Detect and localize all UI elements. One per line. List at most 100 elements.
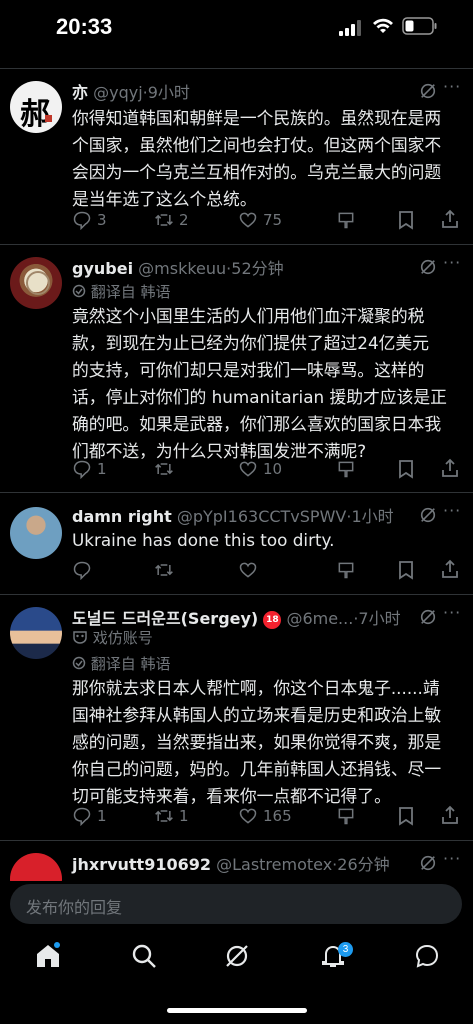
notification-badge: 3 bbox=[338, 942, 353, 957]
more-options-icon[interactable]: ··· bbox=[443, 849, 461, 868]
grok-icon[interactable] bbox=[223, 942, 251, 970]
user-handle[interactable]: @yqyj bbox=[93, 83, 143, 102]
mask-icon bbox=[73, 631, 87, 644]
user-handle[interactable]: @pYpI163CCTvSPWV bbox=[177, 507, 347, 526]
reply-button[interactable]: 3 bbox=[72, 208, 107, 232]
display-name[interactable]: gyubei bbox=[72, 259, 133, 278]
heart-icon bbox=[239, 212, 257, 228]
retweet-icon bbox=[155, 564, 173, 576]
views-button[interactable] bbox=[336, 208, 356, 232]
views-icon bbox=[338, 562, 354, 579]
wifi-icon bbox=[373, 18, 393, 33]
avatar[interactable]: 郝 bbox=[10, 81, 62, 133]
bookmark-icon[interactable] bbox=[397, 806, 415, 826]
tweet[interactable]: 도널드 드러운프(Sergey) 18 @6me...·7小时 戏仿账号 ···… bbox=[0, 594, 473, 841]
bookmark-icon[interactable] bbox=[397, 459, 415, 479]
tweet[interactable]: 郝 亦 @yqyj·9小时 ··· 你得知道韩国和朝鲜是一个民族的。虽然现在是两… bbox=[0, 68, 473, 245]
reply-icon bbox=[73, 460, 91, 479]
like-button[interactable] bbox=[238, 558, 258, 582]
bookmark-icon[interactable] bbox=[397, 210, 415, 230]
display-name[interactable]: jhxrvutt910692 bbox=[72, 855, 211, 874]
tweet-time[interactable]: 9小时 bbox=[148, 83, 190, 102]
retweet-icon bbox=[155, 810, 173, 822]
display-name[interactable]: 도널드 드러운프(Sergey) bbox=[72, 609, 258, 628]
retweet-button[interactable]: 2 bbox=[154, 208, 189, 232]
messages-icon[interactable] bbox=[413, 942, 441, 970]
share-icon[interactable] bbox=[440, 209, 460, 229]
grok-icon[interactable] bbox=[419, 258, 437, 276]
display-name[interactable]: 亦 bbox=[72, 83, 88, 102]
views-icon bbox=[338, 461, 354, 478]
retweet-button[interactable] bbox=[154, 558, 174, 582]
views-button[interactable] bbox=[336, 457, 356, 481]
user-handle[interactable]: @Lastremotex bbox=[216, 855, 332, 874]
reply-button[interactable]: 1 bbox=[72, 804, 107, 828]
age-18-badge-icon: 18 bbox=[263, 611, 282, 629]
like-button[interactable]: 10 bbox=[238, 457, 282, 481]
tweet-time[interactable]: 26分钟 bbox=[337, 855, 389, 874]
tweet-actions: 3 2 75 bbox=[72, 208, 462, 232]
like-button[interactable]: 75 bbox=[238, 208, 282, 232]
reply-icon bbox=[73, 211, 91, 230]
grok-icon[interactable] bbox=[419, 82, 437, 100]
tweet-actions bbox=[72, 558, 462, 582]
user-handle[interactable]: @mskkeuu bbox=[138, 259, 226, 278]
like-button[interactable]: 165 bbox=[238, 804, 292, 828]
retweet-button[interactable]: 1 bbox=[154, 804, 189, 828]
avatar-calligraphy: 郝 bbox=[20, 97, 50, 132]
tweet[interactable]: jhxrvutt910692 @Lastremotex·26分钟 ··· bbox=[0, 840, 473, 881]
battery-icon bbox=[402, 17, 437, 35]
avatar[interactable] bbox=[10, 507, 62, 559]
status-time: 20:33 bbox=[56, 14, 113, 39]
heart-icon bbox=[239, 808, 257, 824]
user-handle[interactable]: @6me... bbox=[286, 609, 353, 628]
share-icon[interactable] bbox=[440, 458, 460, 478]
grok-icon[interactable] bbox=[419, 608, 437, 626]
grok-icon[interactable] bbox=[419, 506, 437, 524]
avatar[interactable] bbox=[10, 257, 62, 309]
tweet-time[interactable]: 1小时 bbox=[351, 507, 393, 526]
tweet-time[interactable]: 52分钟 bbox=[231, 259, 283, 278]
reply-button[interactable] bbox=[72, 558, 92, 582]
more-options-icon[interactable]: ··· bbox=[443, 253, 461, 272]
retweet-button[interactable] bbox=[154, 457, 179, 481]
reply-icon bbox=[73, 807, 91, 826]
tweet[interactable]: gyubei @mskkeuu·52分钟 ··· 翻译自 韩语 竟然这个小国里生… bbox=[0, 244, 473, 493]
translate-icon bbox=[72, 656, 86, 670]
reply-button[interactable]: 1 bbox=[72, 457, 107, 481]
tweet-header: jhxrvutt910692 @Lastremotex·26分钟 bbox=[72, 855, 390, 874]
search-icon[interactable] bbox=[130, 942, 158, 970]
retweet-icon bbox=[155, 214, 173, 226]
tweet-header: gyubei @mskkeuu·52分钟 bbox=[72, 259, 284, 278]
more-options-icon[interactable]: ··· bbox=[443, 501, 461, 520]
tweet-text: Ukraine has done this too dirty. bbox=[72, 530, 335, 550]
avatar[interactable] bbox=[10, 853, 62, 881]
display-name[interactable]: damn right bbox=[72, 507, 172, 526]
retweet-icon bbox=[155, 463, 173, 475]
tweet-header: damn right @pYpI163CCTvSPWV·1小时 bbox=[72, 507, 394, 526]
translation-notice[interactable]: 翻译自 韩语 bbox=[72, 281, 171, 302]
share-icon[interactable] bbox=[440, 559, 460, 579]
more-options-icon[interactable]: ··· bbox=[443, 77, 461, 96]
more-options-icon[interactable]: ··· bbox=[443, 603, 461, 622]
tweet-header: 도널드 드러운프(Sergey) 18 @6me...·7小时 bbox=[72, 609, 401, 629]
parody-label: 戏仿账号 bbox=[72, 627, 153, 648]
heart-icon bbox=[239, 461, 257, 477]
cellular-signal-icon bbox=[339, 20, 361, 36]
home-indicator bbox=[167, 1008, 307, 1013]
avatar[interactable] bbox=[10, 607, 62, 659]
reply-input[interactable]: 发布你的回复 bbox=[10, 884, 462, 924]
watch-face bbox=[26, 271, 50, 295]
grok-icon[interactable] bbox=[419, 854, 437, 872]
bookmark-icon[interactable] bbox=[397, 560, 415, 580]
translation-notice[interactable]: 翻译自 韩语 bbox=[72, 653, 171, 674]
views-icon bbox=[338, 808, 354, 825]
avatar-seal bbox=[45, 115, 52, 122]
tweet-header: 亦 @yqyj·9小时 bbox=[72, 83, 190, 102]
views-button[interactable] bbox=[336, 558, 356, 582]
share-icon[interactable] bbox=[440, 805, 460, 825]
views-button[interactable] bbox=[336, 804, 356, 828]
tweet[interactable]: damn right @pYpI163CCTvSPWV·1小时 ··· Ukra… bbox=[0, 492, 473, 595]
tweet-time[interactable]: 7小时 bbox=[358, 609, 400, 628]
reply-icon bbox=[73, 561, 91, 580]
